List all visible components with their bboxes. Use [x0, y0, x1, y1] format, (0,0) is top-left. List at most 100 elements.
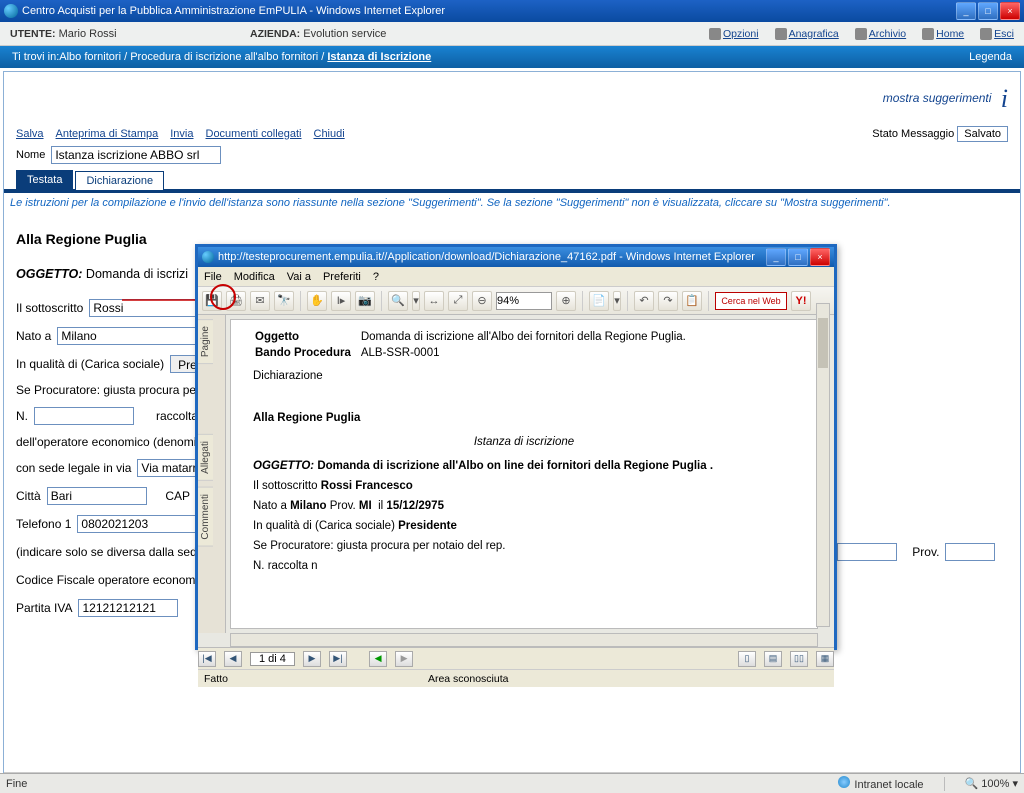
mostra-suggerimenti-link[interactable]: mostra suggerimenti	[883, 91, 992, 105]
hint-text: Le istruzioni per la compilazione e l'in…	[4, 193, 1020, 213]
actual-size-icon[interactable]: ⊖	[472, 291, 492, 311]
piva-input[interactable]	[78, 599, 178, 617]
n-input[interactable]	[34, 407, 134, 425]
link-archivio[interactable]: Archivio	[855, 28, 906, 40]
zoom-dropdown-icon[interactable]: ▾	[412, 291, 420, 311]
stato-value: Salvato	[957, 126, 1008, 142]
sede-label: con sede legale in via	[16, 461, 131, 475]
last-page-button[interactable]: ▶|	[329, 651, 347, 667]
breadcrumb: Ti trovi in:Albo fornitori / Procedura d…	[12, 51, 431, 63]
ie-window-title: Centro Acquisti per la Pubblica Amminist…	[22, 5, 445, 17]
pdf-window-title: http://testeprocurement.empulia.it//Appl…	[218, 251, 755, 263]
continuous-icon[interactable]: ▤	[764, 651, 782, 667]
maximize-button[interactable]: □	[978, 2, 998, 20]
yahoo-icon[interactable]: Y!	[791, 291, 811, 311]
continuous-facing-icon[interactable]: ▦	[816, 651, 834, 667]
menu-file[interactable]: File	[204, 271, 222, 283]
status-text: Fine	[6, 778, 27, 790]
ie-titlebar: Centro Acquisti per la Pubblica Amminist…	[0, 0, 1024, 22]
tel-label: Telefono 1	[16, 517, 71, 531]
pdf-close-button[interactable]: ×	[810, 248, 830, 266]
citta-input[interactable]	[47, 487, 147, 505]
next-page-button[interactable]: ▶	[303, 651, 321, 667]
breadcrumb-current[interactable]: Istanza di Iscrizione	[327, 51, 431, 63]
link-esci[interactable]: Esci	[980, 28, 1014, 40]
menu-modifica[interactable]: Modifica	[234, 271, 275, 283]
single-page-icon[interactable]: ▯	[738, 651, 756, 667]
link-anagrafica[interactable]: Anagrafica	[775, 28, 839, 40]
pdf-maximize-button[interactable]: □	[788, 248, 808, 266]
menu-preferiti[interactable]: Preferiti	[323, 271, 361, 283]
forward-button[interactable]: ▶	[395, 651, 413, 667]
info-icon[interactable]: i	[1001, 84, 1008, 113]
nome-input[interactable]	[51, 146, 221, 164]
invia-link[interactable]: Invia	[170, 128, 193, 140]
first-page-button[interactable]: |◀	[198, 651, 216, 667]
mail-icon[interactable]: ✉	[250, 291, 270, 311]
tel-input[interactable]	[77, 515, 207, 533]
azienda-value: Evolution service	[303, 28, 386, 40]
copy-icon[interactable]: 📋	[682, 291, 702, 311]
qualita-label: In qualità di (Carica sociale)	[16, 357, 164, 371]
piva-label: Partita IVA	[16, 601, 72, 615]
ie-icon	[4, 4, 18, 18]
globe-icon	[838, 776, 850, 788]
fit-page-icon[interactable]: ⤢	[448, 291, 468, 311]
sidetab-commenti[interactable]: Commenti	[198, 487, 213, 547]
id-icon	[775, 28, 787, 40]
sidetab-allegati[interactable]: Allegati	[198, 434, 213, 481]
snapshot-icon[interactable]: 📷	[355, 291, 375, 311]
pdf-statusbar: Fatto Area sconosciuta	[198, 669, 834, 687]
nome-label: Nome	[16, 149, 45, 161]
pdf-zone: Area sconosciuta	[428, 673, 509, 685]
hand-icon[interactable]: ✋	[307, 291, 327, 311]
ie-icon	[202, 251, 214, 263]
rotate-left-icon[interactable]: ↶	[634, 291, 654, 311]
zoom-control[interactable]: 🔍 100% ▾	[965, 777, 1018, 790]
gear-icon	[709, 28, 721, 40]
page-indicator[interactable]: 1 di 4	[250, 652, 295, 666]
zoom-plus-icon[interactable]: ⊕	[556, 291, 576, 311]
minimize-button[interactable]: _	[956, 2, 976, 20]
salva-link[interactable]: Salva	[16, 128, 44, 140]
back-button[interactable]: ◀	[369, 651, 387, 667]
pdf-hscroll[interactable]	[230, 633, 818, 647]
menu-vaia[interactable]: Vai a	[287, 271, 311, 283]
zoom-in-icon[interactable]: 🔍	[388, 291, 408, 311]
utente-label: UTENTE:	[10, 28, 56, 40]
zoom-select[interactable]	[496, 292, 552, 310]
pdf-minimize-button[interactable]: _	[766, 248, 786, 266]
close-button[interactable]: ×	[1000, 2, 1020, 20]
save-icon[interactable]: 💾	[202, 291, 222, 311]
facing-icon[interactable]: ▯▯	[790, 651, 808, 667]
print-icon[interactable]: 🖨	[226, 291, 246, 311]
link-home[interactable]: Home	[922, 28, 964, 40]
pdf-toolbar: 💾 🖨 ✉ 🔭 ✋ I▸ 📷 🔍 ▾ ↔ ⤢ ⊖ ⊕ 📄 ▾ ↶ ↷ 📋 Y!	[198, 287, 834, 315]
cap-label: CAP	[165, 489, 190, 503]
sidetab-pagine[interactable]: Pagine	[198, 319, 213, 364]
anteprima-link[interactable]: Anteprima di Stampa	[56, 128, 159, 140]
chiudi-link[interactable]: Chiudi	[314, 128, 345, 140]
binoculars-icon[interactable]: 🔭	[274, 291, 294, 311]
tab-testata[interactable]: Testata	[16, 170, 73, 189]
nato-input[interactable]	[57, 327, 217, 345]
pdf-vscroll[interactable]	[816, 303, 830, 627]
diversa-cap-input[interactable]	[837, 543, 897, 561]
text-select-icon[interactable]: I▸	[331, 291, 351, 311]
documenti-link[interactable]: Documenti collegati	[206, 128, 302, 140]
menu-help[interactable]: ?	[373, 271, 379, 283]
fit-width-icon[interactable]: ↔	[424, 291, 444, 311]
web-search-box[interactable]	[715, 292, 787, 310]
pdf-status-text: Fatto	[204, 673, 228, 685]
archive-icon	[855, 28, 867, 40]
page-layout-icon[interactable]: 📄	[589, 291, 609, 311]
pdf-menubar: File Modifica Vai a Preferiti ?	[198, 267, 834, 287]
pdf-page: OggettoDomanda di iscrizione all'Albo de…	[230, 319, 818, 629]
tab-dichiarazione[interactable]: Dichiarazione	[75, 171, 164, 190]
rotate-right-icon[interactable]: ↷	[658, 291, 678, 311]
prev-page-button[interactable]: ◀	[224, 651, 242, 667]
layout-dropdown-icon[interactable]: ▾	[613, 291, 621, 311]
diversa-prov-input[interactable]	[945, 543, 995, 561]
legend-link[interactable]: Legenda	[969, 51, 1012, 63]
link-opzioni[interactable]: Opzioni	[709, 28, 759, 40]
